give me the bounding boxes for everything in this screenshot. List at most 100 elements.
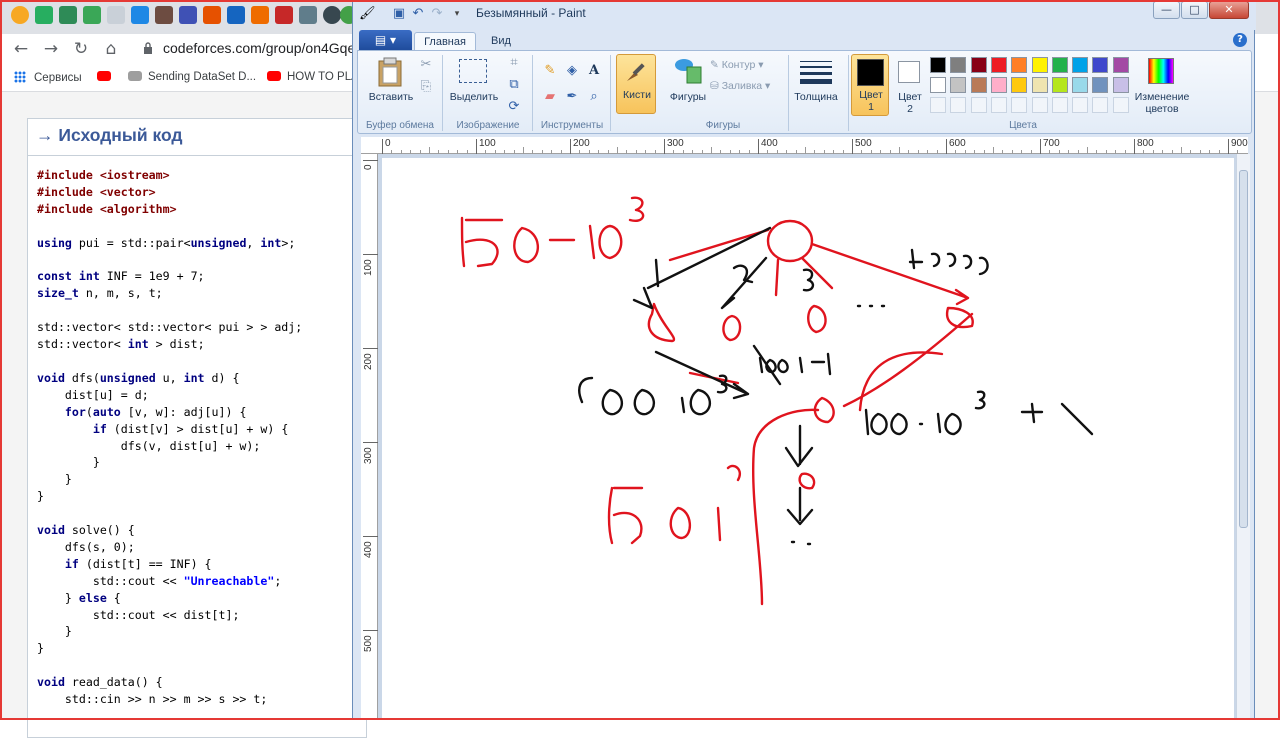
grid-icon[interactable] [83,6,101,24]
thickness-button[interactable]: Толщина [790,91,842,103]
back-arrow-icon[interactable]: ← [11,39,31,59]
bookmark-sending-dataset[interactable]: Sending DataSet D... [128,71,256,83]
select-button[interactable]: Выделить [447,91,501,103]
redo-icon[interactable]: ↷ [429,6,445,22]
fill-dropdown[interactable]: ⛁ Заливка ▾ [710,80,770,92]
custom-color-slot[interactable] [1113,97,1129,113]
tab-home[interactable]: Главная [414,32,476,50]
code-token: #include <vector> [37,185,156,199]
custom-color-slot[interactable] [1052,97,1068,113]
stack-icon[interactable] [203,6,221,24]
palette-swatch[interactable] [1113,77,1129,93]
palette-swatch[interactable] [1072,57,1088,73]
bookmark-services[interactable]: Сервисы [14,71,82,84]
color1-button[interactable]: Цвет1 [851,54,889,116]
drawing-canvas[interactable] [382,158,1234,720]
m-icon[interactable] [251,6,269,24]
palette-swatch[interactable] [950,57,966,73]
cut-icon[interactable]: ✂ [416,55,436,75]
magnifier-icon[interactable]: ⌕ [584,87,604,107]
save-icon[interactable]: ▣ [391,6,407,22]
code-token: unsigned [100,371,156,385]
bookmark-youtube[interactable] [97,71,117,83]
palette-swatch[interactable] [1052,77,1068,93]
paste-button[interactable]: Вставить [367,91,415,103]
box-icon[interactable] [179,6,197,24]
box-icon[interactable] [155,6,173,24]
code-token: int [128,337,149,351]
palette-swatch[interactable] [971,77,987,93]
close-button[interactable]: ✕ [1209,1,1249,19]
scrollbar-thumb[interactable] [1239,170,1248,528]
source-code-panel: → Исходный код #include <iostream>#inclu… [27,118,367,738]
custom-color-slot[interactable] [1092,97,1108,113]
eraser-icon[interactable]: ▰ [540,87,560,107]
grid-icon[interactable] [59,6,77,24]
palette-swatch[interactable] [1032,57,1048,73]
palette-swatch[interactable] [1092,57,1108,73]
undo-icon[interactable]: ↶ [410,6,426,22]
home-icon[interactable]: ⌂ [101,39,121,59]
leaf-icon[interactable] [35,6,53,24]
code-token: void [37,675,65,689]
palette-swatch[interactable] [950,77,966,93]
ship-icon[interactable] [131,6,149,24]
resize-icon[interactable]: ⧉ [504,75,524,95]
help-icon[interactable]: ? [1233,33,1247,47]
rotate-icon[interactable]: ⟳ [504,97,524,117]
copy-icon[interactable]: ⎘ [416,77,436,97]
vertical-scrollbar[interactable] [1236,154,1250,720]
palette-swatch[interactable] [991,57,1007,73]
file-menu-button[interactable]: ▤ ▾ [359,30,412,50]
doc-icon[interactable] [107,6,125,24]
logo-icon[interactable] [275,6,293,24]
palette-swatch[interactable] [1032,77,1048,93]
palette-swatch[interactable] [971,57,987,73]
palette-swatch[interactable] [1113,57,1129,73]
code-token: void [37,523,65,537]
pencil-icon[interactable]: ✎ [540,61,560,81]
custom-color-slot[interactable] [1011,97,1027,113]
color-picker-icon[interactable]: ✒ [562,87,582,107]
fill-bucket-icon[interactable]: ◈ [562,61,582,81]
tab-view[interactable]: Вид [481,32,521,50]
custom-color-slot[interactable] [930,97,946,113]
label-50k-digit5 [609,488,642,543]
label-1 [656,260,658,286]
box-icon[interactable] [299,6,317,24]
palette-swatch[interactable] [930,57,946,73]
reload-icon[interactable]: ↻ [71,39,91,59]
app-icon[interactable] [11,6,29,24]
label-50k-digit0 [671,508,690,538]
ruler-label: 900 [1231,138,1248,149]
customize-qa-icon[interactable]: ▾ [449,6,465,22]
crop-icon[interactable]: ⌗ [504,53,524,73]
palette-swatch[interactable] [1052,57,1068,73]
palette-swatch[interactable] [1011,57,1027,73]
address-bar[interactable]: codeforces.com/group/on4GqeC [163,40,365,56]
forward-arrow-icon[interactable]: → [41,39,61,59]
custom-color-slot[interactable] [1032,97,1048,113]
palette-swatch[interactable] [1072,77,1088,93]
u-icon[interactable] [323,6,341,24]
edit-colors-button[interactable]: Изменениецветов [1132,91,1192,115]
palette-swatch[interactable] [1092,77,1108,93]
outline-dropdown[interactable]: ✎ Контур ▾ [710,59,764,71]
palette-swatch[interactable] [930,77,946,93]
p-icon[interactable] [227,6,245,24]
shapes-button[interactable]: Фигуры [663,91,713,103]
color2-button[interactable]: Цвет2 [893,54,927,116]
brushes-button[interactable]: Кисти [616,54,656,114]
palette-swatch[interactable] [1011,77,1027,93]
text-icon[interactable]: A [584,61,604,81]
custom-color-slot[interactable] [991,97,1007,113]
code-line: dist[u] = d; [37,387,302,404]
custom-color-slot[interactable] [971,97,987,113]
maximize-button[interactable]: □ [1181,1,1208,19]
minimize-button[interactable]: — [1153,1,1180,19]
custom-color-slot[interactable] [1072,97,1088,113]
bookmark-how-to-play[interactable]: HOW TO PLA [267,71,359,83]
custom-color-slot[interactable] [950,97,966,113]
palette-swatch[interactable] [991,77,1007,93]
paint-app-icon[interactable]: 🖌 [359,6,375,22]
